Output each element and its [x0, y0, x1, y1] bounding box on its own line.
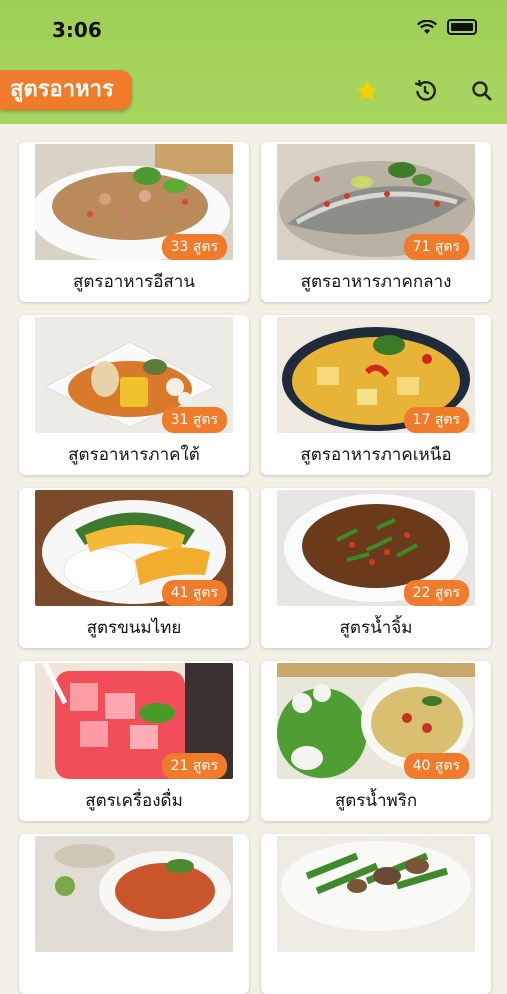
favorites-button[interactable]	[352, 76, 382, 106]
category-card-south[interactable]: 31 สูตร สูตรอาหารภาคใต้	[19, 315, 249, 475]
app-header: 3:06 สูตรอาหาร	[0, 0, 507, 124]
category-label: สูตรอาหารภาคเหนือ	[300, 445, 452, 465]
status-time: 3:06	[52, 18, 102, 42]
category-label: สูตรอาหารภาคใต้	[68, 445, 200, 465]
category-label: สูตรอาหารอีสาน	[73, 272, 195, 292]
category-label: สูตรน้ำจิ้ม	[339, 618, 413, 638]
status-icons	[417, 19, 477, 35]
category-card-north[interactable]: 17 สูตร สูตรอาหารภาคเหนือ	[261, 315, 491, 475]
category-card-chili-paste[interactable]: 40 สูตร สูตรน้ำพริก	[261, 661, 491, 821]
recipe-count-badge: 31 สูตร	[161, 407, 227, 433]
category-card-central[interactable]: 71 สูตร สูตรอาหารภาคกลาง	[261, 142, 491, 302]
category-label: สูตรเครื่องดื่ม	[85, 791, 183, 811]
recipe-count-badge: 17 สูตร	[403, 407, 469, 433]
recipe-count-badge: 71 สูตร	[403, 234, 469, 260]
wifi-icon	[417, 19, 437, 34]
category-card-isan[interactable]: 33 สูตร สูตรอาหารอีสาน	[19, 142, 249, 302]
category-label: สูตรอาหารภาคกลาง	[300, 272, 452, 292]
food-photo	[35, 836, 233, 952]
category-label: สูตรน้ำพริก	[334, 791, 418, 811]
category-card-drinks[interactable]: 21 สูตร สูตรเครื่องดื่ม	[19, 661, 249, 821]
category-card-partial-left[interactable]	[19, 834, 249, 994]
recipe-count-badge: 41 สูตร	[161, 580, 227, 606]
search-button[interactable]	[467, 76, 497, 106]
search-icon	[472, 81, 492, 101]
recipe-count-badge: 40 สูตร	[403, 753, 469, 779]
history-icon	[414, 79, 436, 101]
category-label: สูตรขนมไทย	[86, 618, 182, 638]
category-card-partial-right[interactable]	[261, 834, 491, 994]
recipe-count-badge: 22 สูตร	[403, 580, 469, 606]
food-photo	[277, 836, 475, 952]
recipe-count-badge: 33 สูตร	[161, 234, 227, 260]
category-card-dessert[interactable]: 41 สูตร สูตรขนมไทย	[19, 488, 249, 648]
star-icon	[356, 80, 378, 101]
category-grid: 33 สูตร สูตรอาหารอีสาน 71 สูตร สูตรอาหาร…	[0, 124, 507, 994]
category-card-dipping-sauce[interactable]: 22 สูตร สูตรน้ำจิ้ม	[261, 488, 491, 648]
page-title: สูตรอาหาร	[0, 70, 132, 110]
recipe-count-badge: 21 สูตร	[161, 753, 227, 779]
history-button[interactable]	[410, 76, 440, 106]
battery-icon	[447, 19, 477, 35]
